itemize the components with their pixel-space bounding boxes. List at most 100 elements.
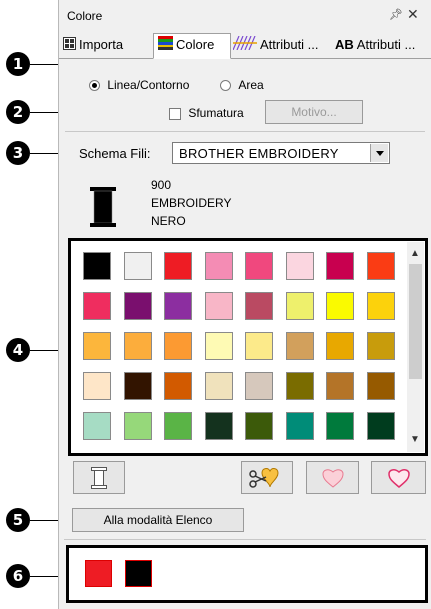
gradient-option[interactable]: Sfumatura bbox=[169, 106, 244, 120]
color-swatch[interactable] bbox=[245, 252, 273, 280]
gradient-label: Sfumatura bbox=[188, 106, 244, 120]
panel-titlebar: Colore 📌︎ ✕ bbox=[59, 0, 431, 30]
color-swatch[interactable] bbox=[326, 372, 354, 400]
thread-name: NERO bbox=[151, 214, 186, 228]
color-palette-grid: ▲ ▼ bbox=[68, 238, 428, 456]
color-swatch[interactable] bbox=[164, 332, 192, 360]
color-swatch[interactable] bbox=[164, 252, 192, 280]
color-swatch[interactable] bbox=[204, 372, 233, 400]
color-swatch[interactable] bbox=[123, 412, 152, 440]
scroll-thumb[interactable] bbox=[409, 264, 422, 379]
pattern-button[interactable]: Motivo... bbox=[265, 100, 363, 124]
palette-scrollbar[interactable]: ▲ ▼ bbox=[407, 242, 424, 452]
tab-text-attributes[interactable]: AB Attributi ... bbox=[335, 34, 431, 56]
color-swatch[interactable] bbox=[164, 412, 192, 440]
scheme-label: Schema Fili: bbox=[79, 146, 151, 161]
selected-color-swatch[interactable] bbox=[125, 560, 152, 587]
separator-bottom bbox=[64, 539, 426, 540]
current-thread-info: 900 EMBROIDERY NERO bbox=[151, 176, 231, 230]
color-swatch[interactable] bbox=[285, 372, 314, 400]
tab-import[interactable]: Importa bbox=[63, 34, 149, 56]
color-swatch[interactable] bbox=[83, 252, 111, 280]
panel-title: Colore bbox=[67, 9, 103, 23]
color-swatch[interactable] bbox=[285, 292, 314, 320]
color-swatch[interactable] bbox=[83, 372, 111, 400]
color-swatch[interactable] bbox=[245, 332, 273, 360]
light-heart-icon bbox=[321, 469, 344, 488]
color-swatch[interactable] bbox=[204, 292, 233, 320]
color-swatch[interactable] bbox=[245, 372, 273, 400]
color-swatch[interactable] bbox=[366, 292, 395, 320]
color-swatch[interactable] bbox=[83, 332, 111, 360]
pin-icon[interactable]: 📌︎ bbox=[389, 8, 403, 21]
color-swatch[interactable] bbox=[164, 292, 192, 320]
thread-scheme-value: BROTHER EMBROIDERY bbox=[179, 146, 339, 161]
color-swatch[interactable] bbox=[204, 412, 233, 440]
area-mode-radio[interactable] bbox=[220, 80, 231, 92]
callout-6: 6 bbox=[6, 564, 30, 588]
line-mode-radio[interactable] bbox=[89, 80, 100, 92]
chevron-down-icon[interactable] bbox=[370, 144, 388, 162]
heart-outline-icon bbox=[387, 469, 410, 488]
tab-text-attributes-label: Attributi ... bbox=[356, 37, 416, 52]
thread-brand: EMBROIDERY bbox=[151, 196, 232, 210]
color-swatch[interactable] bbox=[245, 412, 273, 440]
color-swatch[interactable] bbox=[204, 252, 233, 280]
color-swatch[interactable] bbox=[326, 412, 354, 440]
callout-4: 4 bbox=[6, 338, 30, 362]
color-swatch[interactable] bbox=[164, 372, 192, 400]
color-swatch[interactable] bbox=[326, 292, 354, 320]
scroll-down-icon[interactable]: ▼ bbox=[410, 434, 420, 445]
area-mode-option[interactable]: Area bbox=[220, 78, 264, 92]
thread-chart-button[interactable] bbox=[73, 461, 125, 494]
tab-color[interactable]: Colore bbox=[153, 33, 231, 59]
heart-outline-button[interactable] bbox=[371, 461, 426, 494]
line-mode-option[interactable]: Linea/Contorno bbox=[89, 78, 189, 92]
stitch-attributes-icon bbox=[233, 35, 257, 56]
tab-import-label: Importa bbox=[79, 37, 124, 52]
color-swatch[interactable] bbox=[83, 412, 111, 440]
line-mode-label: Linea/Contorno bbox=[107, 78, 190, 92]
callout-3: 3 bbox=[6, 141, 30, 165]
separator bbox=[65, 131, 425, 132]
tab-stitch-attributes-label: Attributi ... bbox=[260, 37, 319, 52]
tab-color-label: Colore bbox=[176, 37, 215, 52]
color-swatch[interactable] bbox=[366, 412, 395, 440]
color-swatch[interactable] bbox=[83, 292, 111, 320]
color-swatch[interactable] bbox=[285, 412, 314, 440]
callout-1: 1 bbox=[6, 52, 30, 76]
text-attributes-icon: AB bbox=[335, 37, 354, 52]
color-swatch[interactable] bbox=[366, 332, 395, 360]
import-icon bbox=[63, 35, 76, 56]
scissors-heart-icon bbox=[249, 468, 279, 488]
selected-colors-area bbox=[66, 545, 428, 603]
gradient-checkbox[interactable] bbox=[169, 107, 181, 120]
area-mode-label: Area bbox=[238, 78, 264, 92]
color-swatch[interactable] bbox=[285, 332, 314, 360]
light-heart-button[interactable] bbox=[306, 461, 359, 494]
color-swatch[interactable] bbox=[204, 332, 233, 360]
thread-scheme-select[interactable]: BROTHER EMBROIDERY bbox=[172, 142, 390, 164]
selected-color-swatch[interactable] bbox=[85, 560, 112, 587]
color-swatch[interactable] bbox=[366, 372, 395, 400]
close-icon[interactable]: ✕ bbox=[407, 6, 419, 23]
cut-thread-button[interactable] bbox=[241, 461, 293, 494]
scroll-up-icon[interactable]: ▲ bbox=[410, 248, 420, 259]
spool-outline-icon bbox=[91, 467, 107, 489]
thread-code: 900 bbox=[151, 178, 172, 192]
spool-icon bbox=[90, 187, 116, 230]
list-mode-button[interactable]: Alla modalità Elenco bbox=[72, 508, 244, 532]
color-swatch[interactable] bbox=[326, 332, 354, 360]
color-swatch[interactable] bbox=[123, 292, 152, 320]
callout-5: 5 bbox=[6, 508, 30, 532]
color-swatch[interactable] bbox=[366, 252, 395, 280]
color-swatch[interactable] bbox=[285, 252, 314, 280]
color-swatch[interactable] bbox=[123, 252, 152, 280]
color-palette-icon bbox=[158, 35, 173, 57]
color-swatch[interactable] bbox=[123, 332, 152, 360]
panel-tabs: Importa Colore Attributi ... AB Attributi… bbox=[59, 32, 431, 59]
color-swatch[interactable] bbox=[245, 292, 273, 320]
color-swatch[interactable] bbox=[123, 372, 152, 400]
color-swatch[interactable] bbox=[326, 252, 354, 280]
tab-stitch-attributes[interactable]: Attributi ... bbox=[233, 34, 331, 56]
